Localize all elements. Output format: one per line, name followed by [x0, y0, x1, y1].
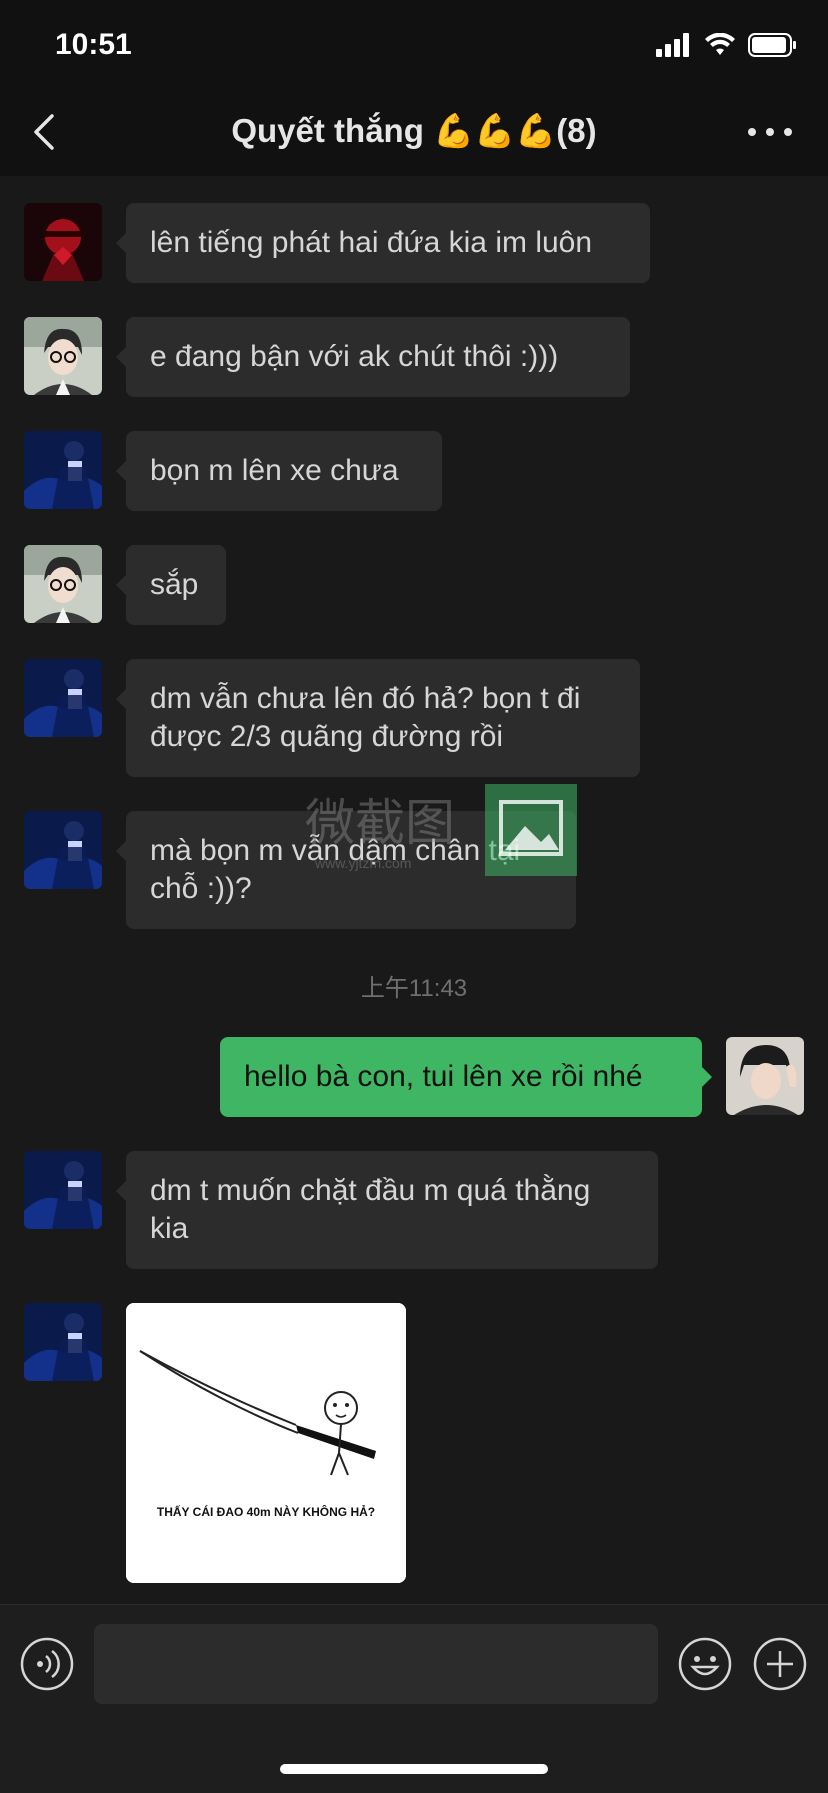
plus-icon[interactable]	[753, 1637, 807, 1691]
nav-bar: Quyết thắng 💪💪💪(8)	[0, 90, 828, 176]
message-bubble[interactable]: dm vẫn chưa lên đó hả? bọn t đi được 2/3…	[116, 659, 640, 777]
status-icons	[656, 30, 798, 60]
battery-icon	[748, 33, 796, 57]
avatar-blue[interactable]	[24, 811, 102, 889]
image-message[interactable]: THẤY CÁI ĐAO 40m NÀY KHÔNG HẢ?	[126, 1303, 406, 1583]
avatar-red[interactable]	[24, 203, 102, 281]
avatar-blue[interactable]	[24, 431, 102, 509]
message-bubble[interactable]: dm t muốn chặt đầu m quá thằng kia	[116, 1151, 658, 1269]
chat-title: Quyết thắng 💪💪💪(8)	[231, 112, 597, 149]
avatar-self[interactable]	[726, 1037, 804, 1115]
avatar-glasses[interactable]	[24, 545, 102, 623]
avatar-blue[interactable]	[24, 1303, 102, 1381]
chat-area[interactable]: lên tiếng phát hai đứa kia im luôn e đan…	[0, 176, 828, 1604]
avatar-blue[interactable]	[24, 1151, 102, 1229]
emoji-icon[interactable]	[678, 1637, 732, 1691]
message-bubble[interactable]: e đang bận với ak chút thôi :)))	[116, 317, 630, 397]
message-input[interactable]	[94, 1624, 658, 1704]
watermark: 微截图 www.yjtzm.com	[305, 784, 577, 876]
signal-icon	[656, 33, 689, 57]
message-bubble[interactable]: bọn m lên xe chưa	[116, 431, 442, 511]
status-time: 10:51	[55, 28, 132, 61]
status-bar: 10:51	[0, 0, 828, 90]
meme-caption: THẤY CÁI ĐAO 40m NÀY KHÔNG HẢ?	[157, 1504, 375, 1519]
my-message-bubble[interactable]: hello bà con, tui lên xe rồi nhé	[220, 1037, 712, 1117]
avatar-blue[interactable]	[24, 659, 102, 737]
meme-sword-image: THẤY CÁI ĐAO 40m NÀY KHÔNG HẢ?	[126, 1303, 406, 1583]
message-bubble[interactable]: lên tiếng phát hai đứa kia im luôn	[116, 203, 650, 283]
timestamp: 上午11:43	[360, 975, 468, 1002]
message-bubble[interactable]: sắp	[116, 545, 226, 625]
avatar-glasses[interactable]	[24, 317, 102, 395]
home-indicator	[280, 1764, 548, 1774]
watermark-url: www.yjtzm.com	[314, 855, 411, 871]
more-options-button[interactable]	[742, 108, 798, 156]
wifi-icon	[705, 33, 735, 55]
voice-input-icon[interactable]	[20, 1637, 74, 1691]
watermark-text: 微截图	[305, 794, 455, 852]
